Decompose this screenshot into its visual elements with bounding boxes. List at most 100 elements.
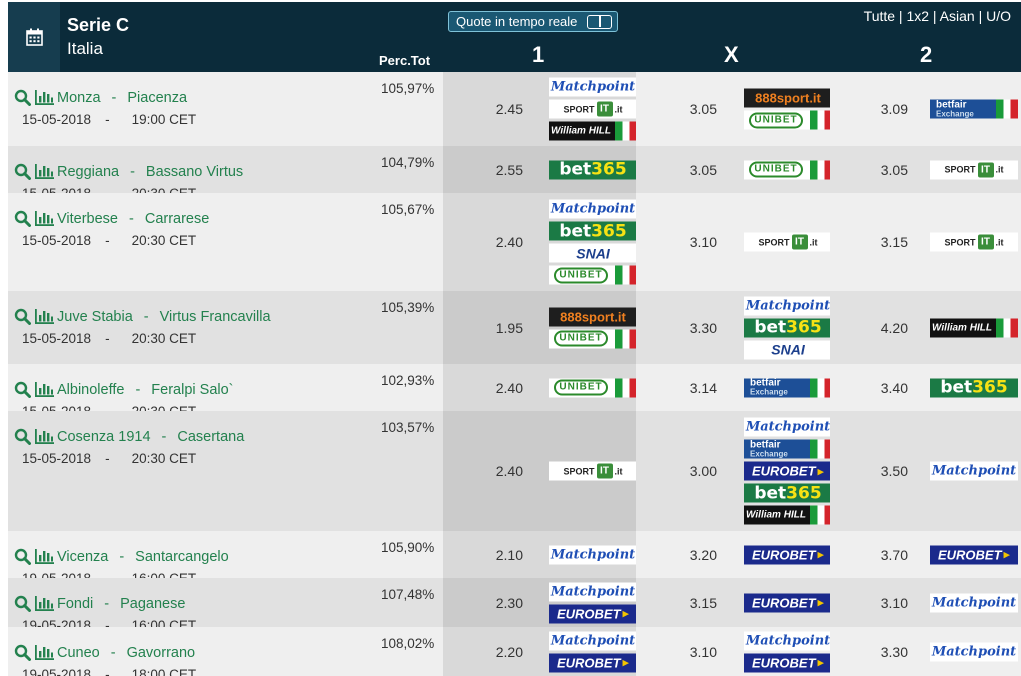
- bookmaker-logo-bet365[interactable]: bet 365: [744, 318, 832, 337]
- bookmaker-logo-matchpoint[interactable]: Matchpoint: [744, 631, 832, 650]
- bookmaker-logo-eurobet[interactable]: EUROBET ▸: [930, 545, 1018, 564]
- calendar-icon[interactable]: [8, 2, 60, 72]
- home-team-link[interactable]: Reggiana: [57, 164, 119, 180]
- bookmaker-logo-unibet[interactable]: UNIBET: [549, 265, 637, 285]
- odds-home-value[interactable]: 2.45: [496, 101, 523, 117]
- odds-away-value[interactable]: 3.30: [881, 644, 908, 660]
- bar-chart-icon[interactable]: [34, 596, 54, 611]
- bookmaker-logo-sport[interactable]: SPORT IT .it: [930, 232, 1018, 252]
- bookmaker-logo-matchpoint[interactable]: Matchpoint: [549, 631, 637, 650]
- bookmaker-logo-sport[interactable]: SPORT IT .it: [549, 461, 637, 481]
- bookmaker-logo-matchpoint[interactable]: Matchpoint: [549, 77, 637, 97]
- bookmaker-logo-bet365[interactable]: bet 365: [930, 378, 1018, 397]
- bookmaker-logo-matchpoint[interactable]: Matchpoint: [744, 417, 832, 437]
- bookmaker-logo-eurobet[interactable]: EUROBET ▸: [744, 653, 832, 672]
- search-icon[interactable]: [14, 210, 31, 227]
- bookmaker-logo-snai[interactable]: SNAI: [549, 243, 637, 263]
- realtime-odds-toggle[interactable]: Quote in tempo reale: [448, 11, 618, 32]
- search-icon[interactable]: [14, 308, 31, 325]
- away-team-link[interactable]: Gavorrano: [127, 645, 196, 661]
- match-teams[interactable]: Cosenza 1914- Casertana: [14, 428, 244, 445]
- bookmaker-logo-bet365[interactable]: bet 365: [744, 483, 832, 503]
- bookmaker-logo-matchpoint[interactable]: Matchpoint: [930, 642, 1018, 661]
- bookmaker-logo-matchpoint[interactable]: Matchpoint: [549, 545, 637, 564]
- odds-away-value[interactable]: 3.09: [881, 101, 908, 117]
- home-team-link[interactable]: Viterbese: [57, 211, 118, 227]
- home-team-link[interactable]: Vicenza: [57, 549, 108, 565]
- bookmaker-logo-888[interactable]: 888sport.it: [744, 88, 832, 108]
- bookmaker-logo-william[interactable]: William HILL: [930, 318, 1018, 337]
- bookmaker-logo-matchpoint[interactable]: Matchpoint: [744, 296, 832, 315]
- match-teams[interactable]: Fondi - Paganese: [14, 595, 185, 612]
- bookmaker-logo-betfair[interactable]: betfair Exchange: [744, 378, 832, 397]
- home-team-link[interactable]: Albinoleffe: [57, 382, 124, 398]
- away-team-link[interactable]: Santarcangelo: [135, 549, 229, 565]
- bookmaker-logo-matchpoint[interactable]: Matchpoint: [930, 593, 1018, 612]
- bookmaker-logo-unibet[interactable]: UNIBET: [549, 378, 637, 397]
- odds-away-value[interactable]: 3.70: [881, 547, 908, 563]
- odds-away-value[interactable]: 3.15: [881, 234, 908, 250]
- bookmaker-logo-william[interactable]: William HILL: [744, 505, 832, 525]
- bar-chart-icon[interactable]: [34, 382, 54, 397]
- odds-draw-value[interactable]: 3.05: [690, 162, 717, 178]
- search-icon[interactable]: [14, 163, 31, 180]
- toggle-switch-icon[interactable]: [587, 15, 612, 29]
- bookmaker-logo-eurobet[interactable]: EUROBET ▸: [744, 461, 832, 481]
- odds-home-value[interactable]: 2.10: [496, 547, 523, 563]
- bookmaker-logo-sport[interactable]: SPORT IT .it: [744, 232, 832, 252]
- match-teams[interactable]: Albinoleffe - Feralpi Salo`: [14, 381, 234, 398]
- bookmaker-logo-bet365[interactable]: bet 365: [549, 221, 637, 241]
- odds-away-value[interactable]: 3.05: [881, 162, 908, 178]
- odds-away-value[interactable]: 3.40: [881, 380, 908, 396]
- bookmaker-logo-sport[interactable]: SPORT IT .it: [930, 160, 1018, 179]
- match-teams[interactable]: Juve Stabia - Virtus Francavilla: [14, 308, 271, 325]
- odds-draw-value[interactable]: 3.30: [690, 320, 717, 336]
- bookmaker-logo-eurobet[interactable]: EUROBET ▸: [744, 593, 832, 612]
- odds-home-value[interactable]: 2.55: [496, 162, 523, 178]
- search-icon[interactable]: [14, 428, 31, 445]
- bookmaker-logo-matchpoint[interactable]: Matchpoint: [930, 461, 1018, 481]
- home-team-link[interactable]: Cosenza 1914: [57, 429, 151, 445]
- bookmaker-logo-unibet[interactable]: UNIBET: [549, 329, 637, 348]
- search-icon[interactable]: [14, 89, 31, 106]
- bar-chart-icon[interactable]: [34, 164, 54, 179]
- away-team-link[interactable]: Virtus Francavilla: [160, 309, 271, 325]
- away-team-link[interactable]: Bassano Virtus: [146, 164, 243, 180]
- search-icon[interactable]: [14, 381, 31, 398]
- away-team-link[interactable]: Piacenza: [127, 90, 187, 106]
- odds-away-value[interactable]: 4.20: [881, 320, 908, 336]
- home-team-link[interactable]: Monza: [57, 90, 101, 106]
- bookmaker-logo-888[interactable]: 888sport.it: [549, 307, 637, 326]
- away-team-link[interactable]: Carrarese: [145, 211, 209, 227]
- bar-chart-icon[interactable]: [34, 549, 54, 564]
- odds-draw-value[interactable]: 3.20: [690, 547, 717, 563]
- odds-home-value[interactable]: 2.40: [496, 463, 523, 479]
- odds-draw-value[interactable]: 3.15: [690, 595, 717, 611]
- odds-draw-value[interactable]: 3.10: [690, 644, 717, 660]
- home-team-link[interactable]: Juve Stabia: [57, 309, 133, 325]
- bar-chart-icon[interactable]: [34, 429, 54, 444]
- market-filters[interactable]: Tutte | 1x2 | Asian | U/O: [864, 8, 1011, 24]
- away-team-link[interactable]: Paganese: [120, 596, 185, 612]
- odds-draw-value[interactable]: 3.00: [690, 463, 717, 479]
- bar-chart-icon[interactable]: [34, 645, 54, 660]
- bookmaker-logo-betfair[interactable]: betfair Exchange: [930, 99, 1018, 119]
- match-teams[interactable]: Cuneo - Gavorrano: [14, 644, 195, 661]
- match-teams[interactable]: Vicenza - Santarcangelo: [14, 548, 229, 565]
- home-team-link[interactable]: Fondi: [57, 596, 93, 612]
- odds-away-value[interactable]: 3.10: [881, 595, 908, 611]
- match-teams[interactable]: Viterbese - Carrarese: [14, 210, 209, 227]
- odds-home-value[interactable]: 2.40: [496, 234, 523, 250]
- bar-chart-icon[interactable]: [34, 309, 54, 324]
- bookmaker-logo-eurobet[interactable]: EUROBET ▸: [744, 545, 832, 564]
- bookmaker-logo-unibet[interactable]: UNIBET: [744, 110, 832, 130]
- bookmaker-logo-eurobet[interactable]: EUROBET ▸: [549, 604, 637, 623]
- bookmaker-logo-matchpoint[interactable]: Matchpoint: [549, 582, 637, 601]
- search-icon[interactable]: [14, 548, 31, 565]
- bar-chart-icon[interactable]: [34, 90, 54, 105]
- bookmaker-logo-william[interactable]: William HILL: [549, 121, 637, 141]
- bar-chart-icon[interactable]: [34, 211, 54, 226]
- bookmaker-logo-bet365[interactable]: bet 365: [549, 160, 637, 179]
- bookmaker-logo-unibet[interactable]: UNIBET: [744, 160, 832, 179]
- search-icon[interactable]: [14, 644, 31, 661]
